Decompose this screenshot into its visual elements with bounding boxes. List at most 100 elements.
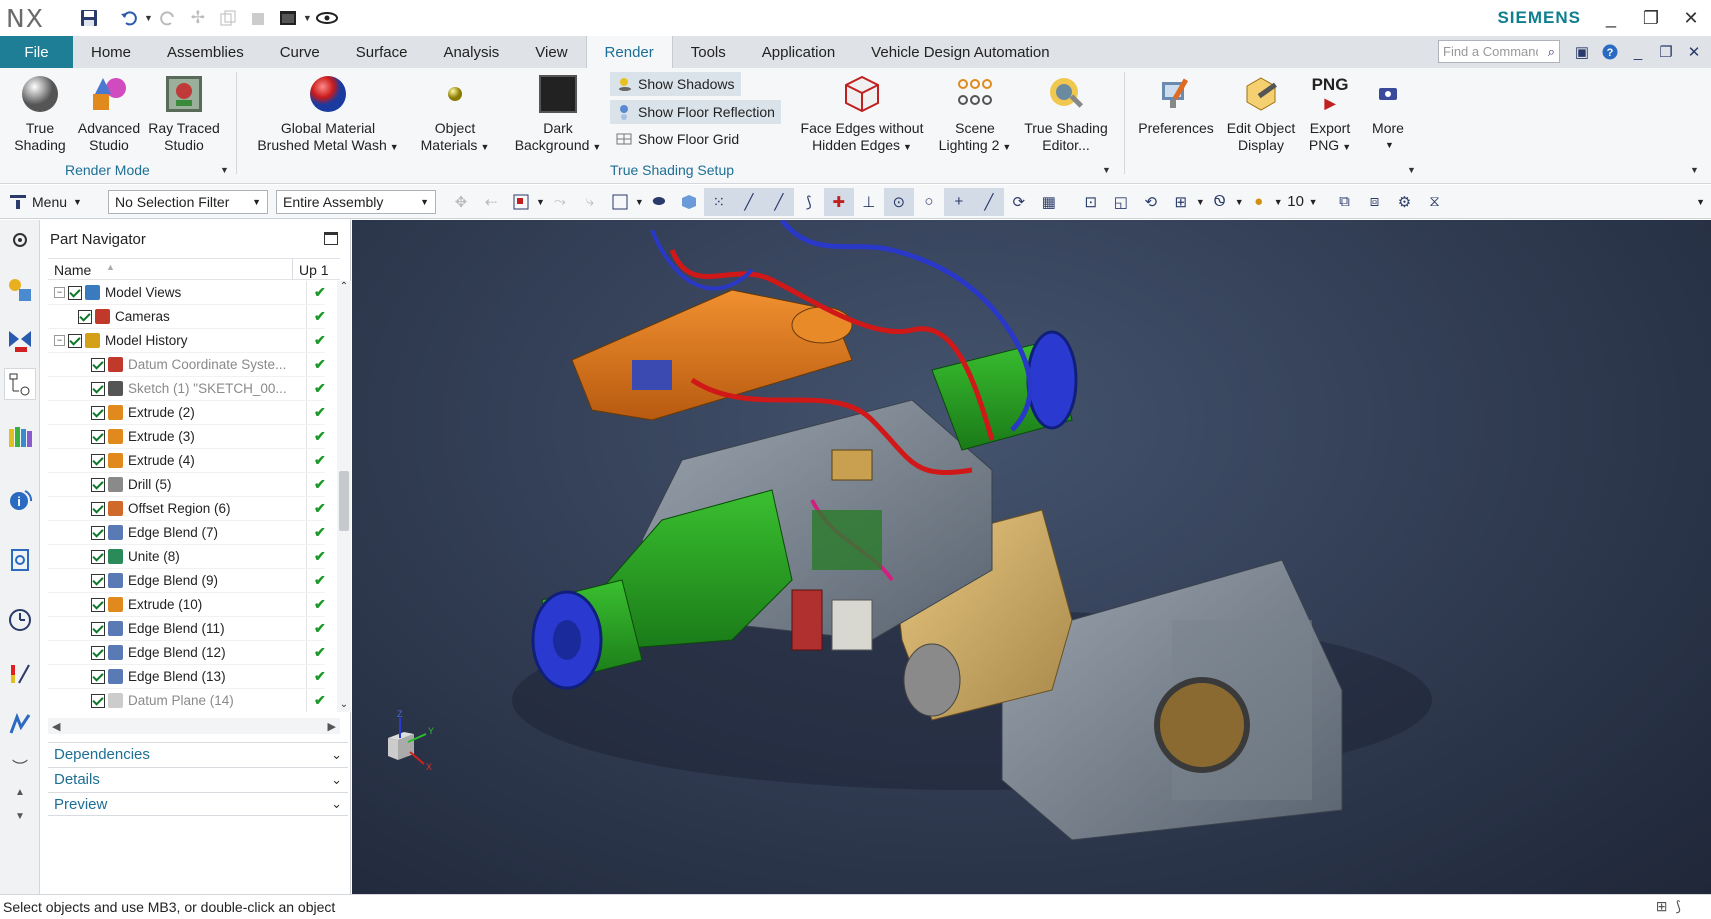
tree-vertical-scrollbar[interactable]: ⌃ ⌄ <box>337 281 351 712</box>
visibility-checkbox[interactable] <box>68 285 82 300</box>
visibility-checkbox[interactable] <box>91 357 105 372</box>
visibility-checkbox[interactable] <box>68 333 82 348</box>
graphics-viewport[interactable]: Z Y X <box>352 220 1711 894</box>
visibility-checkbox[interactable] <box>78 309 92 324</box>
minimize-button[interactable]: _ <box>1591 0 1631 36</box>
expand-collapse-icon[interactable]: − <box>54 287 65 298</box>
clock-icon[interactable] <box>4 604 36 636</box>
assembly-constraints-icon[interactable]: ⚙ <box>1390 188 1420 216</box>
arc-center-icon[interactable]: ⊙ <box>883 187 914 216</box>
tree-row[interactable]: Extrude (2) ✔ <box>48 401 325 425</box>
lasso-icon[interactable]: ⤳ <box>545 188 575 216</box>
line-snap-icon[interactable]: ╱ <box>733 187 764 216</box>
box-select-icon[interactable] <box>605 188 635 216</box>
visibility-checkbox[interactable] <box>91 477 105 492</box>
show-hide-icon[interactable] <box>312 3 342 33</box>
pick-icon[interactable]: ⤷ <box>575 188 605 216</box>
visibility-checkbox[interactable] <box>91 453 105 468</box>
help-icon[interactable]: ? <box>1596 40 1624 64</box>
true-shading-setup-dropdown-icon[interactable]: ▼ <box>1102 165 1111 175</box>
dark-background-button[interactable]: Dark Background ▼ <box>515 72 601 156</box>
orbit-icon[interactable]: ⟲ <box>1136 188 1166 216</box>
tree-row[interactable]: Edge Blend (11) ✔ <box>48 617 325 641</box>
ribbon-close-icon[interactable]: ✕ <box>1680 40 1708 64</box>
cross-icon[interactable]: ✢ <box>183 3 213 33</box>
show-floor-grid-toggle[interactable]: Show Floor Grid <box>610 127 745 151</box>
tab-render[interactable]: Render <box>585 36 673 68</box>
cube-filter-icon[interactable] <box>674 188 704 216</box>
tree-row[interactable]: Offset Region (6) ✔ <box>48 497 325 521</box>
points-snap-icon[interactable]: ⁙ <box>703 187 734 216</box>
tab-vehicle-design-automation[interactable]: Vehicle Design Automation <box>853 36 1067 68</box>
tree-row[interactable]: Datum Coordinate Syste... ✔ <box>48 353 325 377</box>
dependencies-panel[interactable]: Dependencies ⌄ <box>48 742 348 766</box>
select-all-icon[interactable]: ✥ <box>446 188 476 216</box>
constraint-navigator-icon[interactable] <box>4 324 36 356</box>
section-view-icon[interactable]: ⊞ <box>1166 188 1196 216</box>
visibility-checkbox[interactable] <box>91 501 105 516</box>
show-floor-reflection-toggle[interactable]: Show Floor Reflection <box>610 100 781 124</box>
preview-panel[interactable]: Preview ⌄ <box>48 792 348 816</box>
end-point-icon[interactable]: ╱ <box>763 187 794 216</box>
name-column-header[interactable]: Name ▲ <box>48 259 293 279</box>
tree-row[interactable]: Cameras ✔ <box>48 305 325 329</box>
find-command-input[interactable]: Find a Command ⌕ <box>1438 40 1560 63</box>
true-shading-editor-button[interactable]: True Shading Editor... <box>1018 72 1114 154</box>
grid-snap-icon[interactable]: ▦ <box>1034 188 1064 216</box>
tree-row[interactable]: Unite (8) ✔ <box>48 545 325 569</box>
deselect-icon[interactable]: ⇠ <box>476 188 506 216</box>
curve-snap-icon[interactable]: ⟆ <box>794 188 824 216</box>
rotate-view-icon[interactable]: ⟳ <box>1004 188 1034 216</box>
scroll-right-icon[interactable]: ▶ <box>328 720 336 733</box>
tab-analysis[interactable]: Analysis <box>425 36 517 68</box>
render-mode-dropdown-icon[interactable]: ▼ <box>220 165 229 175</box>
tree-row[interactable]: Extrude (4) ✔ <box>48 449 325 473</box>
undo-icon[interactable] <box>114 3 144 33</box>
layer-icon[interactable]: ⧉ <box>1330 188 1360 216</box>
settings-gear-icon[interactable] <box>4 224 36 256</box>
details-panel[interactable]: Details ⌄ <box>48 767 348 791</box>
assembly-navigator-icon[interactable] <box>4 274 36 306</box>
export-png-button[interactable]: PNG ▶ Export PNG ▼ <box>1304 72 1356 156</box>
restore-button[interactable]: ❐ <box>1631 0 1671 36</box>
selection-status-icon[interactable]: ⊞ <box>1656 898 1668 915</box>
chevron-down-icon[interactable]: ▼ <box>1309 197 1318 207</box>
edit-object-display-button[interactable]: Edit Object Display <box>1220 72 1302 154</box>
ribbon-minimize-icon[interactable]: _ <box>1624 40 1652 64</box>
window-icon[interactable] <box>273 3 303 33</box>
point-on-curve-icon[interactable]: + <box>943 187 974 216</box>
fit-view-icon[interactable]: ⊡ <box>1076 188 1106 216</box>
visibility-checkbox[interactable] <box>91 549 105 564</box>
tree-row[interactable]: Edge Blend (13) ✔ <box>48 665 325 689</box>
tab-surface[interactable]: Surface <box>338 36 426 68</box>
ribbon-group-dropdown-icon[interactable]: ▼ <box>1407 165 1416 175</box>
tree-row[interactable]: Datum Plane (14) ✔ <box>48 689 325 712</box>
tree-horizontal-scrollbar[interactable]: ◀ ▶ <box>48 718 340 734</box>
save-icon[interactable] <box>74 3 104 33</box>
tree-row[interactable]: Drill (5) ✔ <box>48 473 325 497</box>
tab-curve[interactable]: Curve <box>262 36 338 68</box>
transmission-model[interactable] <box>352 220 1711 894</box>
perpendicular-icon[interactable]: ⊥ <box>854 188 884 216</box>
tangent-icon[interactable]: ╱ <box>973 187 1004 216</box>
visibility-checkbox[interactable] <box>91 621 105 636</box>
tab-application[interactable]: Application <box>744 36 853 68</box>
chevron-down-icon[interactable]: ▼ <box>1274 197 1283 207</box>
scroll-down-icon[interactable]: ▼ <box>4 800 36 832</box>
scope-select[interactable]: Entire Assembly ▼ <box>276 189 436 214</box>
tree-row[interactable]: Extrude (10) ✔ <box>48 593 325 617</box>
tree-row[interactable]: Sketch (1) "SKETCH_00... ✔ <box>48 377 325 401</box>
copy-icon[interactable] <box>213 3 243 33</box>
visual-report-icon[interactable] <box>4 658 36 690</box>
up-column-header[interactable]: Up 1 <box>293 259 335 279</box>
undo-dropdown-icon[interactable]: ▼ <box>144 13 153 23</box>
tab-file[interactable]: File <box>0 36 73 68</box>
symmetry-icon[interactable]: ⧖ <box>1420 188 1450 216</box>
part-navigator-icon[interactable] <box>4 368 36 400</box>
snap-status-icon[interactable]: ⟆ <box>1676 898 1681 915</box>
visibility-checkbox[interactable] <box>91 429 105 444</box>
scroll-thumb[interactable] <box>339 471 349 531</box>
intersection-icon[interactable]: ✚ <box>823 187 854 216</box>
tree-row[interactable]: − Model History ✔ <box>48 329 325 353</box>
tab-view[interactable]: View <box>517 36 585 68</box>
